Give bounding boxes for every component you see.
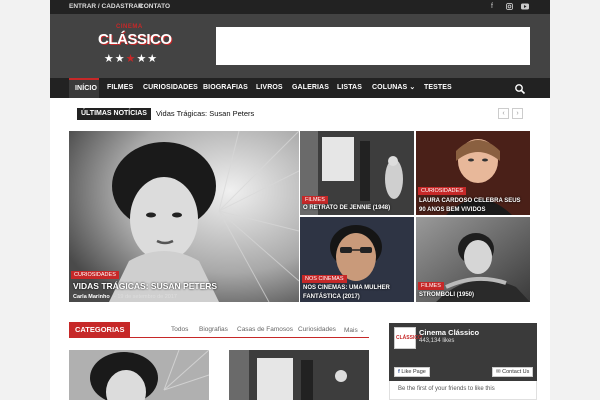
logo-stars: ★★★★★ bbox=[103, 53, 159, 65]
nav-item-inicio[interactable]: INÍCIO bbox=[69, 78, 99, 98]
ticker-label: ÚLTIMAS NOTÍCIAS bbox=[77, 108, 151, 120]
site-header: CINEMA CLÁSSICO ★★★★★ bbox=[50, 14, 550, 78]
featured-tile-3[interactable]: NOS CINEMAS NOS CINEMAS: UMA MULHER FANT… bbox=[300, 217, 414, 302]
logo-line1: CINEMA bbox=[116, 24, 143, 30]
featured-tile-1[interactable]: FILMES O RETRATO DE JENNIE (1948) bbox=[300, 131, 414, 215]
featured-tile-2-category[interactable]: CURIOSIDADES bbox=[418, 187, 466, 195]
nav-item-galerias[interactable]: GALERIAS bbox=[292, 78, 329, 98]
tab-biografias[interactable]: Biografias bbox=[199, 326, 228, 333]
page-container: ENTRAR / CADASTRAR CONTATO f CINEMA CLÁS… bbox=[50, 0, 550, 400]
nav-item-curiosidades[interactable]: CURIOSIDADES bbox=[143, 78, 198, 98]
featured-main-date: - 19 de setembro de 2017 bbox=[114, 294, 177, 300]
featured-tile-2[interactable]: CURIOSIDADES LAURA CARDOSO CELEBRA SEUS … bbox=[416, 131, 530, 215]
nav-item-colunas-label: COLUNAS bbox=[372, 84, 408, 91]
instagram-icon[interactable] bbox=[505, 3, 513, 11]
facebook-page-likes: 443,134 likes bbox=[419, 338, 455, 344]
left-background bbox=[0, 0, 50, 400]
facebook-page-name[interactable]: Cinema Clássico bbox=[419, 328, 479, 337]
category-thumb-2[interactable] bbox=[229, 350, 369, 400]
featured-tile-4-title[interactable]: STROMBOLI (1950) bbox=[419, 292, 474, 298]
contact-link[interactable]: CONTATO bbox=[139, 3, 170, 10]
nav-item-testes[interactable]: TESTES bbox=[424, 78, 452, 98]
facebook-page-avatar-text: CLÁSSICO bbox=[396, 335, 422, 341]
main-nav: INÍCIO FILMES CURIOSIDADES BIOGRAFIAS LI… bbox=[50, 78, 550, 98]
featured-tile-1-category[interactable]: FILMES bbox=[302, 196, 328, 204]
featured-tile-1-title[interactable]: O RETRATO DE JENNIE (1948) bbox=[303, 205, 390, 211]
facebook-like-label: Like Page bbox=[401, 369, 426, 375]
facebook-contact-button[interactable]: ✉ Contact Us bbox=[492, 367, 534, 377]
facebook-widget-footer: Be the first of your friends to like thi… bbox=[389, 381, 537, 400]
ticker-next-button[interactable]: › bbox=[512, 108, 523, 119]
facebook-icon[interactable]: f bbox=[488, 3, 496, 11]
featured-tile-4-category[interactable]: FILMES bbox=[418, 282, 444, 290]
facebook-contact-label: Contact Us bbox=[502, 369, 530, 375]
category-thumb-2-image bbox=[229, 350, 369, 400]
categories-header: CATEGORIAS Todos Biografias Casas de Fam… bbox=[69, 322, 369, 338]
search-icon[interactable] bbox=[514, 82, 526, 95]
top-bar: ENTRAR / CADASTRAR CONTATO f bbox=[50, 0, 550, 14]
featured-main-category[interactable]: CURIOSIDADES bbox=[71, 271, 119, 279]
category-thumb-1[interactable] bbox=[69, 350, 209, 400]
tab-mais-label: Mais bbox=[344, 327, 358, 334]
facebook-friends-text: Be the first of your friends to like thi… bbox=[398, 386, 495, 392]
tab-mais[interactable]: Mais ⌄ bbox=[344, 326, 365, 334]
nav-item-colunas[interactable]: COLUNAS ⌄ bbox=[372, 78, 415, 98]
message-icon: ✉ bbox=[496, 369, 501, 375]
logo-line2: CLÁSSICO bbox=[98, 31, 172, 48]
login-link[interactable]: ENTRAR / CADASTRAR bbox=[69, 3, 143, 10]
facebook-widget: CLÁSSICO Cinema Clássico 443,134 likes f… bbox=[389, 323, 537, 381]
chevron-down-icon: ⌄ bbox=[409, 84, 416, 91]
categories-label: CATEGORIAS bbox=[69, 322, 131, 338]
tab-casas-de-famosos[interactable]: Casas de Famosos bbox=[237, 326, 293, 333]
youtube-icon[interactable] bbox=[521, 3, 529, 11]
facebook-page-avatar[interactable]: CLÁSSICO bbox=[394, 327, 422, 349]
nav-item-livros[interactable]: LIVROS bbox=[256, 78, 283, 98]
right-background bbox=[550, 0, 600, 400]
featured-main-author[interactable]: Carla Marinho bbox=[73, 294, 110, 300]
news-ticker: ÚLTIMAS NOTÍCIAS Vidas Trágicas: Susan P… bbox=[50, 98, 550, 130]
tab-todos[interactable]: Todos bbox=[171, 326, 188, 333]
featured-tile-4[interactable]: FILMES STROMBOLI (1950) bbox=[416, 217, 530, 302]
facebook-like-button[interactable]: f Like Page bbox=[394, 367, 430, 377]
thumbs-up-icon: f bbox=[398, 369, 400, 375]
category-thumb-1-image bbox=[69, 350, 209, 400]
featured-tile-3-category[interactable]: NOS CINEMAS bbox=[302, 275, 347, 283]
tab-curiosidades[interactable]: Curiosidades bbox=[298, 326, 336, 333]
featured-main-tile[interactable]: CURIOSIDADES VIDAS TRÁGICAS: SUSAN PETER… bbox=[69, 131, 299, 302]
featured-main-title[interactable]: VIDAS TRÁGICAS: SUSAN PETERS bbox=[73, 281, 217, 291]
ticker-prev-button[interactable]: ‹ bbox=[498, 108, 509, 119]
ad-banner[interactable] bbox=[216, 27, 530, 65]
nav-item-biografias[interactable]: BIOGRAFIAS bbox=[203, 78, 248, 98]
nav-item-listas[interactable]: LISTAS bbox=[337, 78, 362, 98]
nav-item-filmes[interactable]: FILMES bbox=[107, 78, 133, 98]
featured-tile-2-title[interactable]: LAURA CARDOSO CELEBRA SEUS 90 ANOS BEM V… bbox=[419, 197, 527, 215]
site-logo[interactable]: CINEMA CLÁSSICO ★★★★★ bbox=[98, 24, 172, 68]
featured-tile-3-title[interactable]: NOS CINEMAS: UMA MULHER FANTÁSTICA (2017… bbox=[303, 284, 411, 302]
chevron-down-icon: ⌄ bbox=[359, 327, 365, 334]
ticker-headline[interactable]: Vidas Trágicas: Susan Peters bbox=[156, 108, 254, 120]
